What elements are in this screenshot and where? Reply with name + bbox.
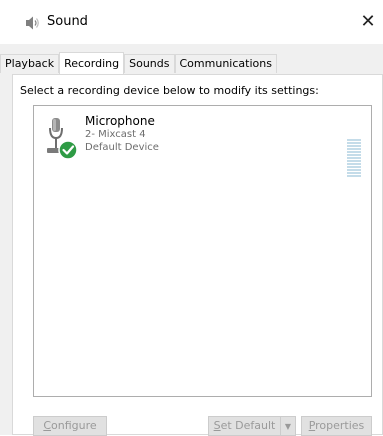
set-default-label: et Default (220, 419, 276, 432)
set-default-dropdown-button[interactable]: ▼ (280, 416, 296, 436)
set-default-button[interactable]: Set Default (208, 416, 280, 436)
configure-label: onfigure (51, 419, 97, 432)
microphone-icon (47, 118, 78, 160)
properties-button[interactable]: Properties (301, 416, 372, 436)
tab-communications[interactable]: Communications (174, 54, 277, 73)
close-button[interactable]: ✕ (353, 8, 383, 36)
tab-sounds[interactable]: Sounds (124, 54, 175, 73)
device-name: Microphone (85, 114, 155, 128)
title-bar: Sound ✕ (0, 0, 383, 44)
configure-button[interactable]: Configure (33, 416, 107, 436)
window-title: Sound (47, 14, 88, 29)
configure-accel: C (43, 419, 52, 432)
tab-playback[interactable]: Playback (0, 54, 60, 73)
device-status: Default Device (85, 142, 159, 153)
chevron-down-icon: ▼ (284, 422, 292, 431)
instruction-text: Select a recording device below to modif… (20, 84, 319, 97)
level-meter (347, 139, 361, 179)
device-list[interactable]: Microphone 2- Mixcast 4 Default Device (33, 105, 372, 397)
list-item-microphone[interactable]: Microphone 2- Mixcast 4 Default Device (44, 114, 360, 162)
dialog-body: Playback Recording Sounds Communications… (0, 44, 383, 436)
tab-recording[interactable]: Recording (59, 52, 125, 74)
default-check-icon (58, 140, 78, 160)
properties-label: roperties (315, 419, 365, 432)
device-description: 2- Mixcast 4 (85, 129, 146, 140)
speaker-icon (26, 16, 39, 30)
tab-strip: Playback Recording Sounds Communications (0, 52, 277, 74)
set-default-accel: S (213, 419, 221, 432)
